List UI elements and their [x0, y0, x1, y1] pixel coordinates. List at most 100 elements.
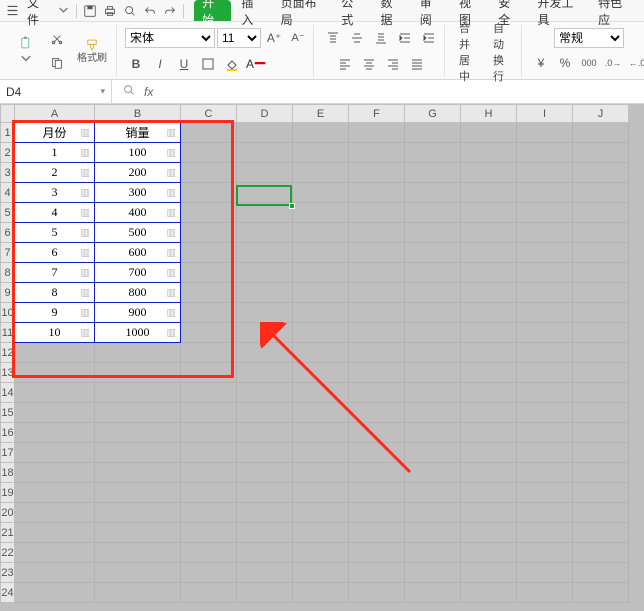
print-icon[interactable] [103, 4, 117, 18]
cell[interactable]: 600▥ [95, 243, 181, 263]
cell[interactable]: 300▥ [95, 183, 181, 203]
align-right-icon[interactable] [382, 53, 404, 75]
cell[interactable] [349, 203, 405, 223]
cell[interactable] [461, 383, 517, 403]
percent-icon[interactable]: % [554, 52, 576, 74]
cell[interactable] [461, 483, 517, 503]
cell[interactable] [181, 143, 237, 163]
cell[interactable] [181, 263, 237, 283]
cell[interactable] [405, 543, 461, 563]
fx-icon[interactable]: fx [144, 85, 153, 99]
row-header[interactable]: 17 [1, 443, 15, 463]
cell[interactable] [405, 223, 461, 243]
save-icon[interactable] [83, 4, 97, 18]
cell[interactable]: 100▥ [95, 143, 181, 163]
cell[interactable] [95, 523, 181, 543]
cell[interactable]: 400▥ [95, 203, 181, 223]
col-D[interactable]: D [237, 105, 293, 123]
col-A[interactable]: A [15, 105, 95, 123]
cell[interactable] [15, 463, 95, 483]
row-header[interactable]: 8 [1, 263, 15, 283]
cell[interactable] [237, 483, 293, 503]
row-header[interactable]: 24 [1, 583, 15, 603]
cell[interactable] [293, 543, 349, 563]
tab-data[interactable]: 数据 [372, 0, 409, 21]
align-top-icon[interactable] [322, 27, 344, 49]
italic-button[interactable]: I [149, 53, 171, 75]
row-header[interactable]: 12 [1, 343, 15, 363]
row-header[interactable]: 14 [1, 383, 15, 403]
cell[interactable] [181, 283, 237, 303]
align-left-icon[interactable] [334, 53, 356, 75]
cell[interactable] [15, 423, 95, 443]
cell[interactable] [293, 263, 349, 283]
cell[interactable] [461, 203, 517, 223]
cell[interactable] [517, 483, 573, 503]
cell[interactable] [517, 463, 573, 483]
tab-insert[interactable]: 插入 [233, 0, 270, 21]
cell[interactable] [461, 343, 517, 363]
cell[interactable] [293, 523, 349, 543]
row-header[interactable]: 19 [1, 483, 15, 503]
cell[interactable] [517, 383, 573, 403]
cell[interactable] [573, 463, 629, 483]
formula-input[interactable] [163, 85, 644, 99]
tab-security[interactable]: 安全 [490, 0, 527, 21]
cell[interactable] [349, 303, 405, 323]
col-H[interactable]: H [461, 105, 517, 123]
cell[interactable] [237, 543, 293, 563]
cell[interactable]: 8▥ [15, 283, 95, 303]
cell[interactable] [181, 183, 237, 203]
row-header[interactable]: 20 [1, 503, 15, 523]
cell[interactable] [573, 543, 629, 563]
sheet-grid[interactable]: A B C D E F G H I J 1月份▥销量▥21▥100▥32▥200… [0, 104, 644, 611]
cell[interactable] [573, 563, 629, 583]
cell[interactable] [573, 163, 629, 183]
cell[interactable] [517, 163, 573, 183]
tab-special[interactable]: 特色应 [590, 0, 638, 21]
cell[interactable]: 5▥ [15, 223, 95, 243]
cell[interactable] [237, 343, 293, 363]
cell[interactable] [573, 143, 629, 163]
cell[interactable]: 月份▥ [15, 123, 95, 143]
cell[interactable] [237, 463, 293, 483]
cell[interactable] [573, 403, 629, 423]
tab-formulas[interactable]: 公式 [333, 0, 370, 21]
cell[interactable] [405, 383, 461, 403]
cell[interactable] [181, 403, 237, 423]
cell[interactable] [573, 423, 629, 443]
cell[interactable] [181, 383, 237, 403]
undo-icon[interactable] [143, 4, 157, 18]
cell[interactable] [573, 443, 629, 463]
cell[interactable]: 6▥ [15, 243, 95, 263]
cell[interactable] [517, 303, 573, 323]
increase-font-icon[interactable]: A⁺ [263, 27, 285, 49]
cell[interactable] [461, 163, 517, 183]
cell[interactable] [405, 323, 461, 343]
cell[interactable] [237, 263, 293, 283]
select-all-corner[interactable] [1, 105, 15, 123]
cell[interactable] [405, 303, 461, 323]
cell[interactable] [237, 283, 293, 303]
cell[interactable] [181, 343, 237, 363]
cell[interactable] [293, 163, 349, 183]
cell[interactable] [293, 463, 349, 483]
row-header[interactable]: 11 [1, 323, 15, 343]
cell[interactable] [517, 123, 573, 143]
cell[interactable] [237, 503, 293, 523]
cell[interactable] [461, 423, 517, 443]
align-middle-icon[interactable] [346, 27, 368, 49]
cell[interactable] [461, 403, 517, 423]
copy-button[interactable] [46, 52, 68, 74]
cell[interactable] [461, 283, 517, 303]
row-header[interactable]: 9 [1, 283, 15, 303]
cell[interactable] [461, 443, 517, 463]
cell[interactable] [95, 563, 181, 583]
decrease-font-icon[interactable]: A⁻ [287, 27, 309, 49]
cell[interactable] [573, 363, 629, 383]
cell[interactable] [181, 323, 237, 343]
cell[interactable] [405, 363, 461, 383]
row-header[interactable]: 7 [1, 243, 15, 263]
tab-dev[interactable]: 开发工具 [530, 0, 589, 21]
cell[interactable] [517, 263, 573, 283]
